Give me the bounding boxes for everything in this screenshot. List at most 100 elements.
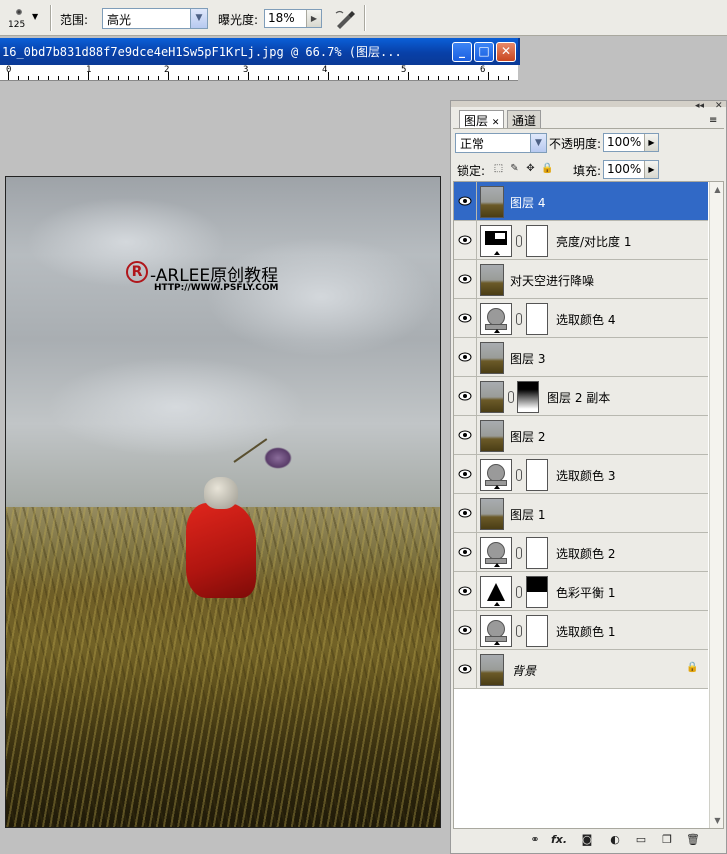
close-button[interactable]: ✕ [496,42,516,62]
layer-thumbnail [480,342,504,374]
ruler-tick [28,76,29,80]
layer-row[interactable]: 选取颜色 4 [454,299,708,338]
chevron-down-icon[interactable]: ▼ [530,134,546,152]
lock-position-icon[interactable]: ✥ [525,163,536,174]
exposure-value: 18% [268,11,295,25]
layer-row[interactable]: 亮度/对比度 1 [454,221,708,260]
layer-row[interactable]: 选取颜色 2 [454,533,708,572]
arrow-right-icon[interactable]: ▶ [644,134,658,151]
folder-icon[interactable]: ▭ [633,833,649,847]
eye-icon[interactable] [458,272,472,286]
eye-icon[interactable] [458,350,472,364]
ruler-tick [248,72,249,80]
opacity-label: 不透明度: [549,137,602,151]
eye-icon[interactable] [458,194,472,208]
eye-icon[interactable] [458,584,472,598]
layer-mask-thumbnail[interactable] [526,303,548,335]
blend-mode-select[interactable]: 正常 ▼ [455,133,547,153]
chevron-down-icon[interactable]: ▼ [190,9,207,28]
lock-pixels-icon[interactable]: ✎ [509,163,520,174]
arrow-right-icon[interactable]: ▶ [644,161,658,178]
ruler-tick [438,76,439,80]
layer-row[interactable]: 图层 2 副本 [454,377,708,416]
lock-all-icon[interactable]: 🔒 [541,163,553,174]
layer-row[interactable]: 色彩平衡 1 [454,572,708,611]
layer-name: 图层 1 [510,508,546,522]
layer-row[interactable]: 选取颜色 3 [454,455,708,494]
layer-thumbnail [480,381,504,413]
eye-icon[interactable] [458,311,472,325]
opacity-input[interactable]: 100% ▶ [603,133,659,152]
trash-icon[interactable]: 🗑 [685,833,701,847]
layer-mask-thumbnail[interactable] [526,615,548,647]
layer-row[interactable]: 背景 🔒 [454,650,708,689]
layer-mask-thumbnail[interactable] [517,381,539,413]
close-icon[interactable]: ✕ [715,101,723,111]
layer-row[interactable]: 选取颜色 1 [454,611,708,650]
eye-icon[interactable] [458,506,472,520]
link-icon[interactable] [516,625,522,637]
range-select[interactable]: 高光 ▼ [102,8,208,29]
panel-header[interactable]: ◂◂ ✕ [451,101,726,111]
divider [476,533,477,572]
horizontal-ruler[interactable]: 0 1 2 3 4 5 6 [0,65,518,81]
photo-canvas[interactable]: R -ARLEE原创教程 HTTP://WWW.PSFLY.COM [5,176,441,828]
ruler-tick [338,76,339,80]
eye-icon[interactable] [458,233,472,247]
ruler-tick [418,76,419,80]
brush-picker[interactable]: 125 ▼ [4,4,46,32]
eye-icon[interactable] [458,428,472,442]
tab-channels[interactable]: 通道 [507,110,542,128]
link-icon[interactable]: ⚭ [527,833,543,847]
ruler-tick [398,76,399,80]
link-icon[interactable] [516,547,522,559]
link-icon[interactable] [508,391,514,403]
mask-icon[interactable]: ◙ [579,833,595,847]
adjustment-icon[interactable]: ◐ [607,833,623,847]
layer-row[interactable]: 图层 3 [454,338,708,377]
scroll-down-icon[interactable]: ▼ [711,814,723,827]
collapse-icon[interactable]: ◂◂ [695,101,704,111]
ruler-tick [218,76,219,80]
link-icon[interactable] [516,313,522,325]
eye-icon[interactable] [458,623,472,637]
tab-layers[interactable]: 图层 ✕ [459,110,505,128]
layer-row[interactable]: 对天空进行降噪 [454,260,708,299]
ruler-tick [38,76,39,80]
ruler-tick [58,76,59,80]
close-icon[interactable]: ✕ [492,118,500,128]
layer-mask-thumbnail[interactable] [526,459,548,491]
link-icon[interactable] [516,469,522,481]
scroll-up-icon[interactable]: ▲ [711,183,723,196]
layer-mask-thumbnail[interactable] [526,225,548,257]
layer-mask-thumbnail[interactable] [526,576,548,608]
layers-list[interactable]: 图层 4 亮度/对比度 1 对天空进行降噪 选取颜色 4 图层 3 图层 2 副… [453,181,724,829]
layer-row[interactable]: 图层 1 [454,494,708,533]
ruler-tick [458,76,459,80]
layer-row[interactable]: 图层 4 [454,182,708,221]
lock-transparency-icon[interactable]: ⬚ [493,163,504,174]
eye-icon[interactable] [458,662,472,676]
eye-icon[interactable] [458,389,472,403]
panel-menu-icon[interactable]: ≡ [709,115,717,126]
layer-mask-thumbnail[interactable] [526,537,548,569]
divider [476,611,477,650]
brush-size: 125 [8,20,26,30]
arrow-right-icon[interactable]: ▶ [306,10,321,27]
fill-input[interactable]: 100% ▶ [603,160,659,179]
fx-icon[interactable]: fx. [551,833,567,847]
link-icon[interactable] [516,235,522,247]
lock-label: 锁定: [457,164,486,178]
layer-row[interactable]: 图层 2 [454,416,708,455]
link-icon[interactable] [516,586,522,598]
airbrush-toggle[interactable] [334,7,356,29]
minimize-button[interactable]: _ [452,42,472,62]
ruler-label: 5 [401,65,407,75]
new-layer-icon[interactable]: ❐ [659,833,675,847]
exposure-input[interactable]: 18% ▶ [264,9,322,28]
eye-icon[interactable] [458,467,472,481]
layers-scrollbar[interactable]: ▲ ▼ [709,182,723,828]
document-title-bar[interactable]: 16_0bd7b831d88f7e9dce4eH1Sw5pF1KrLj.jpg … [0,38,520,65]
eye-icon[interactable] [458,545,472,559]
maximize-button[interactable]: □ [474,42,494,62]
